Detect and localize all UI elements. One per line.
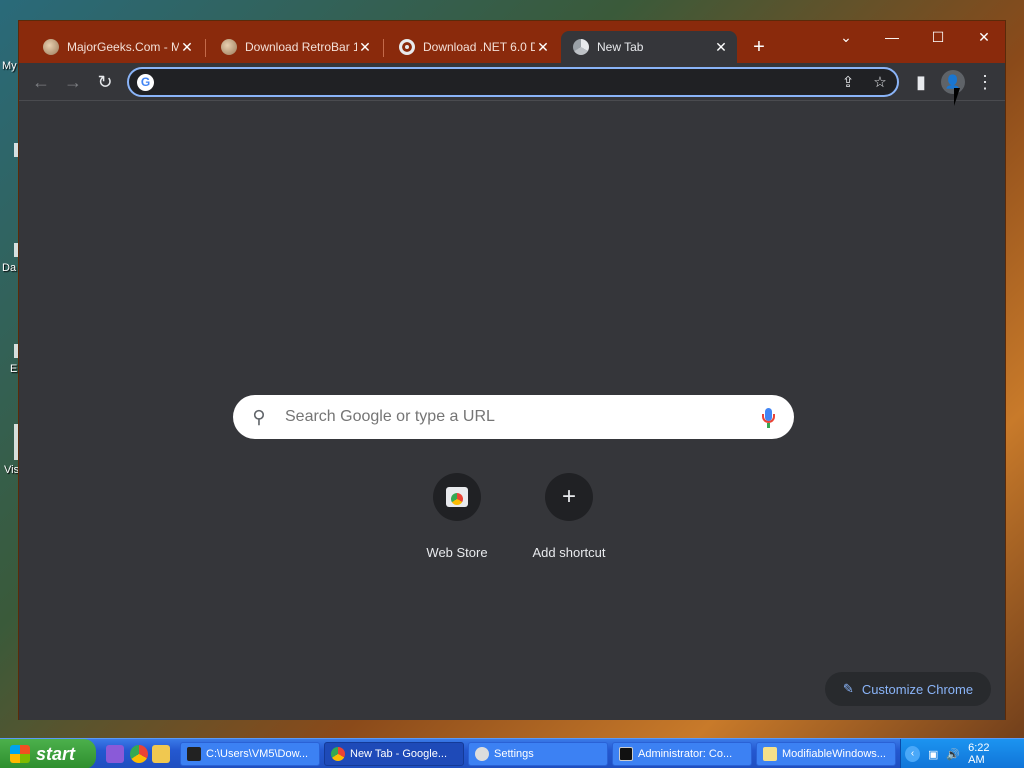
task-cmd[interactable]: Administrator: Co... (612, 742, 752, 766)
7zip-icon (187, 747, 201, 761)
task-7zip[interactable]: C:\Users\VM5\Dow... (180, 742, 320, 766)
minimize-button[interactable]: — (877, 25, 907, 49)
maximize-button[interactable]: ☐ (923, 25, 953, 49)
tab-title: MajorGeeks.Com - M (67, 40, 179, 54)
share-icon[interactable]: ⇪ (837, 72, 859, 94)
task-label: Settings (494, 748, 534, 760)
pencil-icon: ✎ (842, 681, 854, 696)
majorgeeks-favicon (43, 39, 59, 55)
customize-label: Customize Chrome (861, 681, 974, 697)
shortcut-web-store[interactable]: Web Store (401, 473, 513, 560)
close-window-button[interactable]: ✕ (969, 25, 999, 49)
chrome-icon (331, 747, 345, 761)
reload-button[interactable]: ↻ (93, 70, 117, 94)
tab-dotnet[interactable]: Download .NET 6.0 D ✕ (387, 31, 559, 63)
bookmark-star-icon[interactable]: ☆ (869, 72, 891, 94)
tab-majorgeeks[interactable]: MajorGeeks.Com - M ✕ (31, 31, 203, 63)
task-label: ModifiableWindows... (782, 748, 886, 760)
new-tab-button[interactable]: + (747, 35, 771, 59)
chrome-icon (573, 39, 589, 55)
start-label: start (36, 743, 76, 764)
tab-search-icon[interactable]: ⌄ (831, 25, 861, 49)
start-button[interactable]: start (0, 739, 96, 768)
folder-icon (763, 747, 777, 761)
address-input[interactable] (161, 72, 821, 92)
add-shortcut-button[interactable]: + Add shortcut (513, 473, 625, 560)
search-icon: ⚲ (252, 406, 266, 427)
customize-chrome-button[interactable]: ✎ Customize Chrome (825, 672, 991, 706)
tab-close-icon[interactable]: ✕ (535, 39, 551, 56)
explorer-icon[interactable] (152, 745, 170, 763)
back-button[interactable]: ← (29, 70, 53, 94)
task-chrome[interactable]: New Tab - Google... (324, 742, 464, 766)
tab-new-tab[interactable]: New Tab ✕ (561, 31, 737, 63)
shortcut-label: Web Store (426, 545, 488, 560)
majorgeeks-favicon (221, 39, 237, 55)
tray-expand-icon[interactable]: ‹ (905, 746, 921, 762)
desktop-icon-label: Vis (4, 464, 20, 476)
toolbar: ← → ↻ G ⇪ ☆ ▮ 👤 ⋮ (19, 63, 1005, 101)
clock[interactable]: 6:22 AM (968, 742, 1006, 766)
task-label: C:\Users\VM5\Dow... (206, 748, 309, 760)
taskbar: start C:\Users\VM5\Dow... New Tab - Goog… (0, 738, 1024, 768)
tab-title: Download .NET 6.0 D (423, 40, 535, 54)
windows-logo-icon (10, 745, 30, 763)
webstore-icon (446, 487, 468, 507)
chrome-menu-icon[interactable]: ⋮ (973, 70, 997, 94)
tab-separator (383, 39, 384, 57)
tab-separator (205, 39, 206, 57)
address-bar[interactable]: G ⇪ ☆ (127, 67, 899, 97)
system-tray: ‹ ▣ 🔊 6:22 AM (900, 739, 1024, 768)
mouse-cursor-icon (954, 88, 966, 106)
side-panel-icon[interactable]: ▮ (909, 70, 933, 94)
network-icon[interactable]: ▣ (928, 748, 938, 761)
globe-icon (399, 39, 415, 55)
gear-icon (475, 747, 489, 761)
desktop-icon-label: Da (2, 262, 17, 274)
desktop-icon-label: E (10, 363, 18, 375)
new-tab-page: ⚲ Web Store + Add shortcut ✎ Customize C… (19, 101, 1005, 720)
tab-close-icon[interactable]: ✕ (179, 39, 195, 56)
tab-close-icon[interactable]: ✕ (357, 39, 373, 56)
forward-button[interactable]: → (61, 70, 85, 94)
cmd-icon (619, 747, 633, 761)
volume-icon[interactable]: 🔊 (946, 748, 960, 761)
chrome-icon[interactable] (130, 745, 148, 763)
task-label: New Tab - Google... (350, 748, 448, 760)
visual-studio-icon[interactable] (106, 745, 124, 763)
desktop-icon-label: My (2, 60, 17, 72)
tab-retrobar[interactable]: Download RetroBar 1 ✕ (209, 31, 381, 63)
tab-close-icon[interactable]: ✕ (713, 39, 729, 56)
task-label: Administrator: Co... (638, 748, 733, 760)
title-bar[interactable]: MajorGeeks.Com - M ✕ Download RetroBar 1… (19, 21, 1005, 63)
shortcut-label: Add shortcut (532, 545, 606, 560)
task-notepad[interactable]: ModifiableWindows... (756, 742, 896, 766)
tab-title: Download RetroBar 1 (245, 40, 357, 54)
plus-icon: + (545, 473, 593, 521)
google-icon: G (137, 74, 154, 91)
microphone-icon[interactable] (744, 395, 794, 439)
tab-title: New Tab (597, 40, 644, 54)
task-settings[interactable]: Settings (468, 742, 608, 766)
search-input[interactable] (285, 408, 744, 426)
google-search-box[interactable]: ⚲ (233, 395, 794, 439)
chrome-window: MajorGeeks.Com - M ✕ Download RetroBar 1… (18, 20, 1006, 720)
